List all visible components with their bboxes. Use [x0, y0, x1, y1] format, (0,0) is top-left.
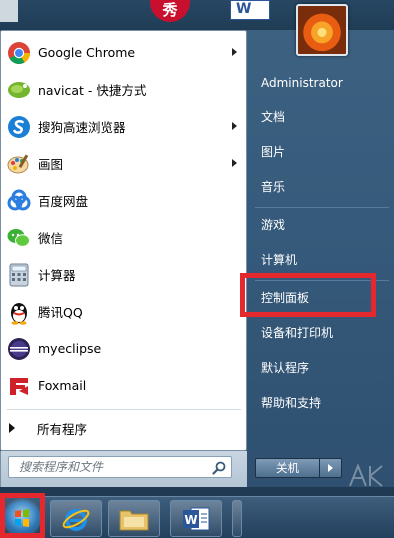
paint-icon [6, 151, 32, 177]
start-menu-places-pane: Administrator 文档 图片 音乐 游戏 计算机 控制面板 设备和打印… [247, 4, 394, 487]
internet-explorer-icon [62, 508, 90, 531]
taskbar-word-button[interactable]: W [170, 500, 222, 537]
qq-icon [6, 299, 32, 325]
search-area [0, 451, 247, 487]
taskbar-ie-button[interactable] [50, 500, 102, 537]
menu-divider [7, 409, 241, 410]
place-item-computer[interactable]: 计算机 [261, 249, 297, 271]
word-icon-letter: W [184, 513, 197, 527]
expand-arrow-icon [9, 423, 15, 433]
taskbar-explorer-button[interactable] [108, 500, 160, 537]
desktop-xiu-icon[interactable]: 秀 [150, 0, 190, 22]
shutdown-button[interactable]: 关机 [255, 458, 320, 478]
place-item-games[interactable]: 游戏 [261, 214, 285, 236]
program-item-baidu-netdisk[interactable]: 百度网盘 [1, 182, 246, 219]
program-item-navicat[interactable]: navicat - 快捷方式 [1, 71, 246, 108]
shutdown-options-button[interactable] [320, 458, 342, 478]
program-label: 画图 [38, 157, 64, 172]
submenu-arrow-icon[interactable] [232, 159, 237, 167]
program-item-sogou-browser[interactable]: 搜狗高速浏览器 [1, 108, 246, 145]
start-menu-programs-pane: Google Chrome navicat - 快捷方式 搜狗高速浏览器 画图 … [0, 30, 247, 451]
xiu-icon-label: 秀 [162, 1, 178, 19]
place-item-default-programs[interactable]: 默认程序 [261, 357, 309, 379]
program-label: 搜狗高速浏览器 [38, 120, 126, 135]
program-item-qq[interactable]: 腾讯QQ [1, 293, 246, 330]
place-item-documents[interactable]: 文档 [261, 106, 285, 128]
program-label: myeclipse [38, 341, 102, 356]
program-label: 百度网盘 [38, 194, 89, 209]
taskbar-button-partial[interactable] [232, 500, 242, 537]
places-divider [255, 207, 389, 208]
program-label: Google Chrome [38, 45, 136, 60]
program-item-myeclipse[interactable]: myeclipse [1, 330, 246, 367]
search-icon[interactable] [211, 460, 227, 476]
program-item-wechat[interactable]: 微信 [1, 219, 246, 256]
place-item-devices-printers[interactable]: 设备和打印机 [261, 322, 333, 344]
submenu-arrow-icon[interactable] [232, 48, 237, 56]
all-programs-item[interactable]: 所有程序 [1, 414, 246, 442]
place-item-user[interactable]: Administrator [261, 72, 343, 94]
program-item-chrome[interactable]: Google Chrome [1, 34, 246, 71]
desktop-word-icon[interactable]: W [230, 0, 270, 20]
all-programs-label: 所有程序 [37, 421, 88, 437]
program-item-paint[interactable]: 画图 [1, 145, 246, 182]
calculator-icon [6, 262, 32, 288]
program-label: 腾讯QQ [38, 305, 83, 320]
shutdown-group: 关机 [255, 458, 342, 480]
navicat-icon [6, 77, 32, 103]
search-input[interactable] [9, 457, 205, 477]
chrome-icon [6, 40, 32, 66]
submenu-arrow-icon[interactable] [232, 122, 237, 130]
wechat-icon [6, 225, 32, 251]
place-item-pictures[interactable]: 图片 [261, 141, 285, 163]
foxmail-icon [6, 373, 32, 399]
user-avatar[interactable] [296, 4, 348, 56]
place-item-music[interactable]: 音乐 [261, 176, 285, 198]
program-label: Foxmail [38, 378, 87, 393]
program-label: 计算器 [38, 268, 76, 283]
folder-icon [119, 510, 149, 530]
program-label: 微信 [38, 231, 64, 246]
word-icon-label: W [236, 1, 252, 17]
search-box[interactable] [8, 456, 232, 478]
program-item-calculator[interactable]: 计算器 [1, 256, 246, 293]
myeclipse-icon [6, 336, 32, 362]
watermark-logo [349, 463, 383, 487]
highlight-start-button [0, 493, 45, 538]
program-label: navicat - 快捷方式 [38, 83, 147, 98]
program-item-foxmail[interactable]: Foxmail [1, 367, 246, 404]
place-item-help-support[interactable]: 帮助和支持 [261, 392, 321, 414]
highlight-control-panel [240, 273, 376, 317]
baidu-netdisk-icon [6, 188, 32, 214]
word-icon: W [183, 507, 210, 530]
sogou-browser-icon [6, 114, 32, 140]
taskbar: W [0, 496, 394, 538]
desktop-shortcut-icon[interactable] [0, 0, 18, 22]
